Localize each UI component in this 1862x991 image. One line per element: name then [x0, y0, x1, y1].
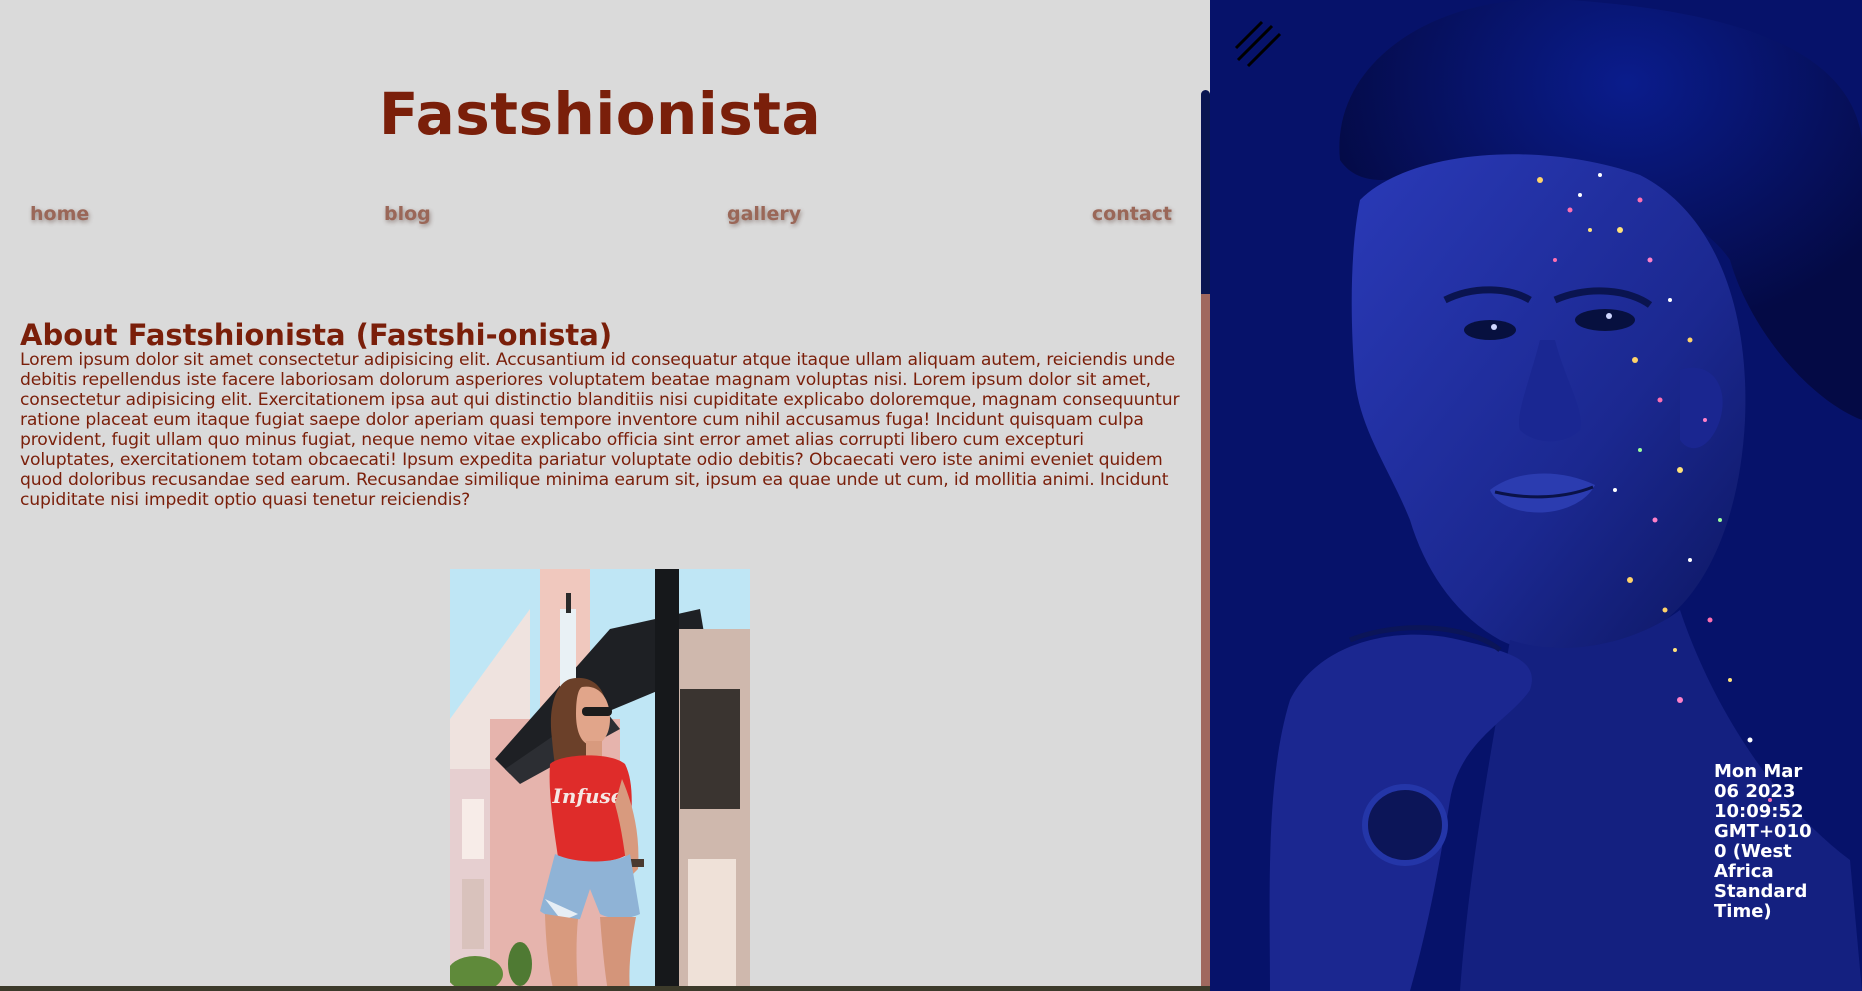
nav-link-contact[interactable]: contact	[1092, 203, 1172, 225]
scrollbar-lower-track	[1201, 294, 1210, 991]
shirt-text: Infuse	[551, 784, 623, 808]
menu-icon[interactable]	[1228, 18, 1284, 74]
bottom-divider	[0, 986, 1210, 991]
main-nav: home blog gallery contact	[30, 203, 1172, 231]
about-text: Lorem ipsum dolor sit amet consectetur a…	[20, 350, 1180, 510]
site-title: Fastshionista	[378, 80, 822, 148]
date-time-display: Mon Mar 06 2023 10:09:52 GMT+0100 (West …	[1714, 761, 1812, 922]
nav-link-gallery[interactable]: gallery	[727, 203, 801, 225]
page: Fastshionista home blog gallery contact …	[0, 0, 1862, 991]
fashion-photo: Infuse	[450, 569, 750, 991]
scrollbar-thumb[interactable]	[1201, 90, 1210, 294]
main-content: Fastshionista home blog gallery contact …	[0, 0, 1200, 991]
nav-link-blog[interactable]: blog	[384, 203, 431, 225]
about-heading: About Fastshionista (Fastshi-onista)	[20, 318, 613, 352]
nav-link-home[interactable]: home	[30, 203, 89, 225]
